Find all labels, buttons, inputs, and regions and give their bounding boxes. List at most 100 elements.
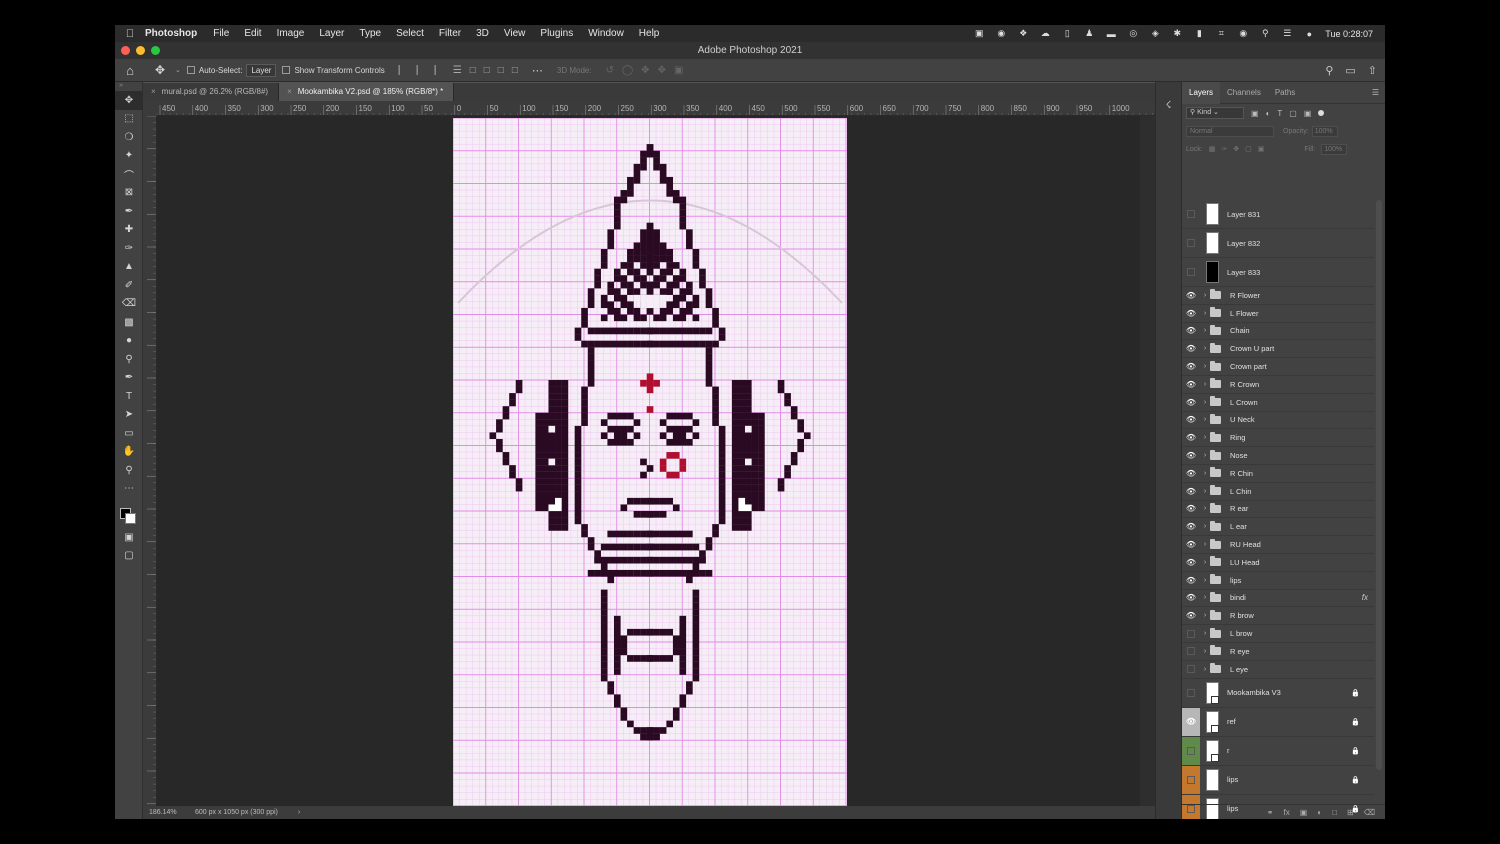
crop-tool-icon[interactable]: ⌒ xyxy=(115,165,143,184)
layer-row[interactable]: 👁 › Chain xyxy=(1182,323,1374,341)
layer-name[interactable]: R Chin xyxy=(1230,469,1253,478)
layer-row[interactable]: Mookambika V3 🔒 xyxy=(1182,679,1374,708)
layer-row[interactable]: 👁 › bindi fx xyxy=(1182,590,1374,608)
eye-icon[interactable]: 👁 xyxy=(1182,340,1200,357)
close-tab-icon[interactable]: × xyxy=(151,87,156,96)
new-layer-icon[interactable]: ⊞ xyxy=(1347,808,1354,817)
eye-icon[interactable]: 👁 xyxy=(1182,376,1200,393)
vpn-icon[interactable]: ◈ xyxy=(1149,28,1161,39)
dropbox-icon[interactable]: ❖ xyxy=(1017,28,1029,39)
menu-view[interactable]: View xyxy=(504,28,526,39)
layer-name[interactable]: U Neck xyxy=(1230,415,1255,424)
layer-name[interactable]: L Crown xyxy=(1230,398,1258,407)
expand-group-chevron-icon[interactable]: › xyxy=(1200,310,1210,317)
apple-icon[interactable]:  xyxy=(115,28,145,40)
visibility-toggle[interactable] xyxy=(1182,661,1200,678)
tab-layers[interactable]: Layers xyxy=(1182,81,1221,104)
filter-adjustment-icon[interactable]: ◐ xyxy=(1266,109,1271,118)
3d-orbit-icon[interactable]: ↺ xyxy=(606,65,614,76)
eye-icon[interactable]: 👁 xyxy=(1182,483,1200,500)
layers-scrollbar[interactable] xyxy=(1376,200,1382,770)
hand-tool-icon[interactable]: ✋ xyxy=(115,443,143,462)
layer-style-icon[interactable]: fx xyxy=(1284,808,1290,817)
zoom-tool-icon[interactable]: ⚲ xyxy=(115,461,143,480)
move-tool-icon[interactable]: ✥ xyxy=(145,63,175,77)
history-panel-icon[interactable]: ☇ xyxy=(1156,100,1181,111)
layer-row[interactable]: 👁 › L Crown xyxy=(1182,394,1374,412)
horizontal-ruler[interactable]: 450 400 350 300 250 200 150 100 50 0 50 100 150 200 25… xyxy=(157,101,1155,116)
eye-icon[interactable]: 👁 xyxy=(1182,305,1200,322)
close-window-icon[interactable] xyxy=(121,46,130,55)
expand-group-chevron-icon[interactable]: › xyxy=(1200,470,1210,477)
layer-row[interactable]: 👁 › LU Head xyxy=(1182,554,1374,572)
expand-group-chevron-icon[interactable]: › xyxy=(1200,416,1210,423)
layer-row[interactable]: 👁 › U Neck xyxy=(1182,412,1374,430)
expand-group-chevron-icon[interactable]: › xyxy=(1200,488,1210,495)
history-brush-tool-icon[interactable]: ✐ xyxy=(115,276,143,295)
quick-mask-icon[interactable]: ▣ xyxy=(115,528,143,547)
adjustment-layer-icon[interactable]: ◐ xyxy=(1317,808,1322,817)
layer-row[interactable]: lips 🔒 xyxy=(1182,765,1374,795)
close-tab-icon[interactable]: × xyxy=(287,87,292,96)
expand-group-chevron-icon[interactable]: › xyxy=(1200,559,1210,566)
expand-group-chevron-icon[interactable]: › xyxy=(1200,327,1210,334)
workspace-icon[interactable]: ▭ xyxy=(1345,64,1355,77)
eye-icon[interactable]: 👁 xyxy=(1182,607,1200,624)
control-center-icon[interactable]: ☰ xyxy=(1281,28,1293,39)
layer-row[interactable]: r 🔒 xyxy=(1182,736,1374,766)
menu-type[interactable]: Type xyxy=(359,28,381,39)
expand-group-chevron-icon[interactable]: › xyxy=(1200,666,1210,673)
layer-name[interactable]: Mookambika V3 xyxy=(1227,688,1281,697)
eye-icon[interactable]: 👁 xyxy=(1182,358,1200,375)
layer-thumbnail[interactable] xyxy=(1206,768,1219,791)
menu-image[interactable]: Image xyxy=(277,28,305,39)
lasso-tool-icon[interactable]: ❍ xyxy=(115,128,143,147)
layer-name[interactable]: L brow xyxy=(1230,629,1252,638)
screen-mode-icon[interactable]: ▢ xyxy=(115,547,143,566)
expand-group-chevron-icon[interactable]: › xyxy=(1200,399,1210,406)
visibility-toggle[interactable] xyxy=(1182,736,1200,765)
visibility-toggle[interactable] xyxy=(1182,765,1200,794)
tab-mural[interactable]: × mural.psd @ 26.2% (RGB/8#) xyxy=(143,83,280,101)
3d-slide-icon[interactable]: ✥ xyxy=(658,65,666,76)
layer-name[interactable]: bindi xyxy=(1230,593,1246,602)
opacity-field[interactable]: 100% xyxy=(1311,125,1338,137)
app-name-menu[interactable]: Photoshop xyxy=(145,28,197,39)
wifi-icon[interactable]: ⌗ xyxy=(1215,28,1227,39)
menu-file[interactable]: File xyxy=(213,28,229,39)
eye-icon[interactable]: 👁 xyxy=(1182,707,1200,736)
layer-row[interactable]: 👁 › R Flower xyxy=(1182,287,1374,305)
visibility-toggle[interactable] xyxy=(1182,229,1200,257)
battery-icon[interactable]: ▮ xyxy=(1193,28,1205,39)
layer-thumbnail[interactable] xyxy=(1206,232,1219,254)
expand-group-chevron-icon[interactable]: › xyxy=(1200,505,1210,512)
menu-3d[interactable]: 3D xyxy=(476,28,489,39)
layer-name[interactable]: L ear xyxy=(1230,522,1247,531)
zoom-level[interactable]: 186.14% xyxy=(143,809,179,816)
layer-thumbnail[interactable] xyxy=(1206,203,1219,225)
visibility-toggle[interactable] xyxy=(1182,200,1200,228)
align-hcenter-icon[interactable]: ⎸ xyxy=(417,65,427,76)
pen-tool-icon[interactable]: ✒ xyxy=(115,369,143,388)
magic-wand-tool-icon[interactable]: ✦ xyxy=(115,147,143,166)
menu-window[interactable]: Window xyxy=(588,28,624,39)
zoom-window-icon[interactable] xyxy=(151,46,160,55)
lock-position-icon[interactable]: ✥ xyxy=(1233,145,1239,153)
layer-thumbnail[interactable] xyxy=(1206,681,1219,704)
share-icon[interactable]: ⇧ xyxy=(1368,64,1377,77)
stamp-tool-icon[interactable]: ▲ xyxy=(115,258,143,277)
layer-row[interactable]: 👁 › L Chin xyxy=(1182,483,1374,501)
expand-group-chevron-icon[interactable]: › xyxy=(1200,541,1210,548)
tool-preset-chevron-icon[interactable]: ⌄ xyxy=(175,66,181,74)
eye-icon[interactable]: 👁 xyxy=(1182,429,1200,446)
expand-group-chevron-icon[interactable]: › xyxy=(1200,577,1210,584)
3d-pan-icon[interactable]: ✥ xyxy=(641,65,649,76)
canvas-area[interactable] xyxy=(157,116,1140,806)
layer-name[interactable]: R eye xyxy=(1230,647,1250,656)
layer-row[interactable]: 👁 › Crown U part xyxy=(1182,340,1374,359)
tab-channels[interactable]: Channels xyxy=(1220,82,1268,104)
eye-icon[interactable]: 👁 xyxy=(1182,501,1200,518)
layer-name[interactable]: Nose xyxy=(1230,451,1248,460)
fill-field[interactable]: 100% xyxy=(1321,143,1348,155)
eye-icon[interactable]: 👁 xyxy=(1182,536,1200,553)
